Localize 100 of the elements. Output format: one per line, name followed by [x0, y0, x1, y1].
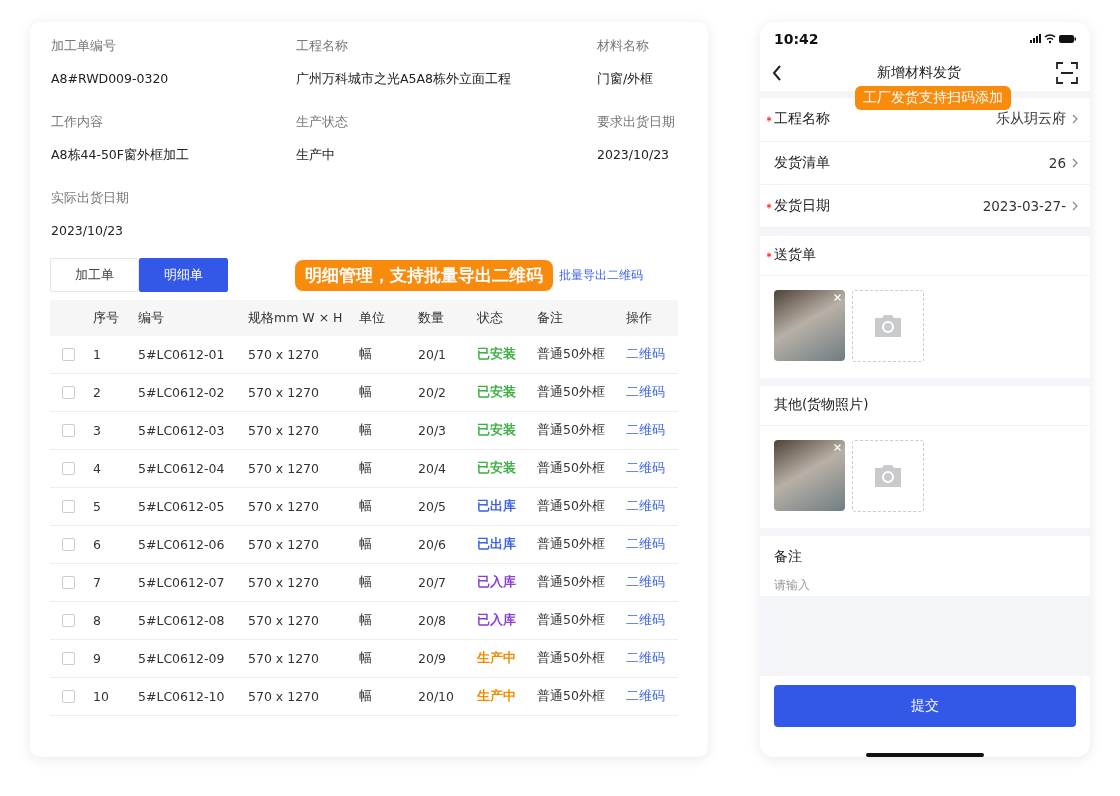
status-text: 已入库 [477, 574, 517, 591]
qr-code-link[interactable]: 二维码 [626, 384, 678, 401]
row-checkbox[interactable] [62, 386, 75, 399]
section-title: 送货单 [774, 246, 816, 265]
field-label: 工程名称 [296, 38, 349, 55]
table-cell-text: 5#LC0612-03 [138, 423, 226, 438]
status-text: 生产中 [477, 650, 517, 667]
table-cell-text: 幅 [359, 536, 373, 553]
section-title: 其他(货物照片) [774, 396, 869, 415]
form-value[interactable]: 26 [1048, 154, 1066, 171]
chevron-right-icon [1072, 114, 1078, 125]
table-cell-text: 5#LC0612-02 [138, 385, 226, 400]
tab[interactable]: 明细单 [139, 258, 228, 292]
qr-code-link[interactable]: 二维码 [626, 498, 678, 515]
column-header: 单位 [359, 309, 386, 327]
row-checkbox[interactable] [62, 538, 75, 551]
table-cell-text: 5 [93, 499, 102, 514]
table-cell-text: 6 [93, 537, 102, 552]
row-checkbox[interactable] [62, 462, 75, 475]
table-cell-text: 2 [93, 385, 102, 400]
table-cell-text: 20/10 [418, 689, 456, 704]
status-text: 生产中 [477, 688, 517, 705]
section-title: 备注 [774, 547, 803, 566]
qr-code-link[interactable]: 二维码 [626, 574, 678, 591]
column-header: 备注 [537, 309, 564, 327]
table-cell-text: 幅 [359, 574, 373, 591]
table-cell-text: 1 [93, 347, 102, 362]
table-cell-text: 9 [93, 651, 102, 666]
status-time: 10:42 [774, 30, 819, 47]
table-cell-text: 20/8 [418, 613, 448, 628]
table-cell-text: 20/3 [418, 423, 448, 438]
qr-code-link[interactable]: 二维码 [626, 612, 678, 629]
add-photo-button[interactable] [852, 289, 924, 362]
table-cell-text: 普通50外框 [537, 346, 606, 363]
row-checkbox[interactable] [62, 614, 75, 627]
field-value: 广州万科城市之光A5A8栋外立面工程 [296, 71, 512, 88]
table-cell-text: 570 x 1270 [248, 423, 320, 438]
row-checkbox[interactable] [62, 348, 75, 361]
submit-button[interactable]: 提交 [774, 685, 1076, 728]
field-label: 实际出货日期 [51, 190, 130, 207]
table-cell-text: 幅 [359, 612, 373, 629]
status-text: 已安装 [477, 346, 517, 363]
form-value[interactable]: 2023-03-27- [982, 197, 1066, 214]
chevron-right-icon [1072, 157, 1078, 168]
qr-code-link[interactable]: 二维码 [626, 346, 678, 363]
form-value[interactable]: 乐从玥云府 [996, 110, 1066, 129]
column-header: 序号 [93, 309, 120, 327]
column-header: 规格mm W × H [248, 309, 344, 327]
table-cell-text: 5#LC0612-06 [138, 537, 226, 552]
row-checkbox[interactable] [62, 576, 75, 589]
status-text: 已安装 [477, 460, 517, 477]
table-cell-text: 普通50外框 [537, 422, 606, 439]
table-cell-text: 8 [93, 613, 102, 628]
table-cell-text: 5#LC0612-08 [138, 613, 226, 628]
qr-code-link[interactable]: 二维码 [626, 650, 678, 667]
table-cell-text: 幅 [359, 688, 373, 705]
row-checkbox[interactable] [62, 424, 75, 437]
table-cell-text: 普通50外框 [537, 384, 606, 401]
scan-hint-tooltip: 工厂发货支持扫码添加 [855, 86, 1011, 110]
row-checkbox[interactable] [62, 500, 75, 513]
status-text: 已出库 [477, 498, 517, 515]
photo-placeholder[interactable] [774, 439, 845, 511]
table-cell-text: 20/6 [418, 537, 448, 552]
export-link[interactable]: 批量导出二维码 [559, 266, 643, 284]
table-cell-text: 4 [93, 461, 102, 476]
row-checkbox[interactable] [62, 690, 75, 703]
table-cell-text: 幅 [359, 384, 373, 401]
back-icon[interactable] [772, 64, 782, 81]
table-cell-text: 普通50外框 [537, 536, 606, 553]
column-header: 数量 [418, 309, 445, 327]
qr-code-link[interactable]: 二维码 [626, 688, 678, 705]
table-cell-text: 5#LC0612-07 [138, 575, 226, 590]
photo-placeholder[interactable] [774, 289, 845, 361]
status-text: 已安装 [477, 422, 517, 439]
qr-code-link[interactable]: 二维码 [626, 422, 678, 439]
table-cell-text: 普通50外框 [537, 650, 606, 667]
form-label: 发货清单 [774, 153, 830, 172]
status-text: 已出库 [477, 536, 517, 553]
table-cell-text: 普通50外框 [537, 460, 606, 477]
table-cell-text: 5#LC0612-09 [138, 651, 226, 666]
row-checkbox[interactable] [62, 652, 75, 665]
close-icon[interactable] [834, 443, 841, 451]
table-cell-text: 20/4 [418, 461, 448, 476]
table-cell-text: 570 x 1270 [248, 461, 320, 476]
field-value: 2023/10/23 [51, 223, 125, 238]
close-icon[interactable] [834, 293, 841, 301]
table-cell-text: 幅 [359, 498, 373, 515]
qr-code-link[interactable]: 二维码 [626, 536, 678, 553]
tab[interactable]: 加工单 [50, 258, 139, 292]
table-cell-text: 20/9 [418, 651, 448, 666]
chevron-right-icon [1072, 200, 1078, 211]
scan-icon[interactable] [1056, 61, 1078, 84]
table-cell-text: 570 x 1270 [248, 385, 320, 400]
table-cell-text: 5#LC0612-05 [138, 499, 226, 514]
field-label: 材料名称 [597, 38, 650, 55]
table-cell-text: 570 x 1270 [248, 347, 320, 362]
qr-code-link[interactable]: 二维码 [626, 460, 678, 477]
table-cell-text: 570 x 1270 [248, 499, 320, 514]
add-photo-button[interactable] [852, 439, 924, 512]
field-label: 生产状态 [296, 114, 349, 131]
